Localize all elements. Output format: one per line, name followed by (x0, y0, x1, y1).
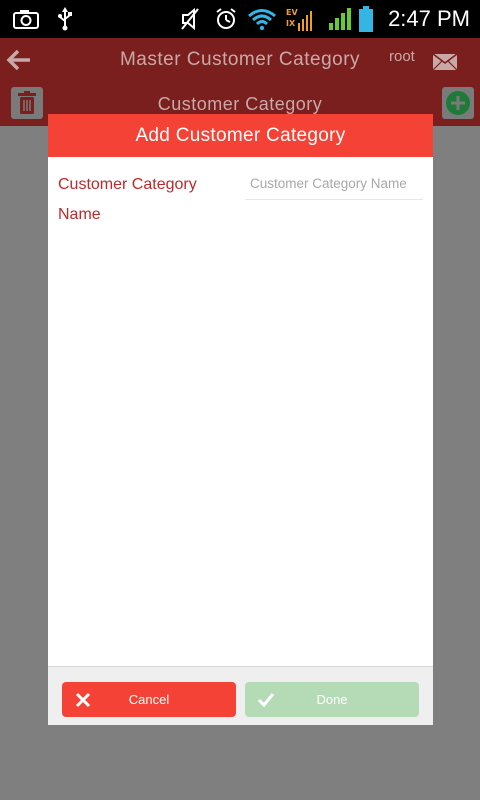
mute-icon (178, 0, 202, 38)
wifi-icon (246, 0, 278, 38)
add-icon (446, 91, 470, 115)
status-time: 2:47 PM (388, 6, 470, 31)
category-name-input[interactable] (245, 168, 423, 200)
camera-icon (10, 0, 42, 38)
cancel-button[interactable]: Cancel (62, 682, 236, 717)
user-name: root (389, 48, 415, 65)
network-icon: EV IX (286, 8, 298, 28)
network-bars-icon (298, 11, 312, 31)
done-button[interactable]: Done (245, 682, 419, 717)
done-label: Done (316, 692, 348, 707)
app-header: Master Customer Category root (0, 38, 480, 82)
add-category-dialog: Add Customer Category Customer Category … (48, 114, 433, 725)
signal-icon (326, 0, 352, 38)
cancel-label: Cancel (128, 692, 170, 707)
usb-icon (54, 0, 76, 38)
dialog-title: Add Customer Category (48, 114, 433, 157)
mail-icon[interactable] (432, 53, 458, 71)
category-name-label: Customer Category Name (58, 176, 197, 223)
battery-icon (357, 0, 375, 38)
dialog-footer: Cancel Done (48, 666, 433, 725)
alarm-icon (213, 0, 239, 38)
status-bar: EV IX 2:47 PM (0, 0, 480, 38)
add-button[interactable] (442, 87, 474, 119)
